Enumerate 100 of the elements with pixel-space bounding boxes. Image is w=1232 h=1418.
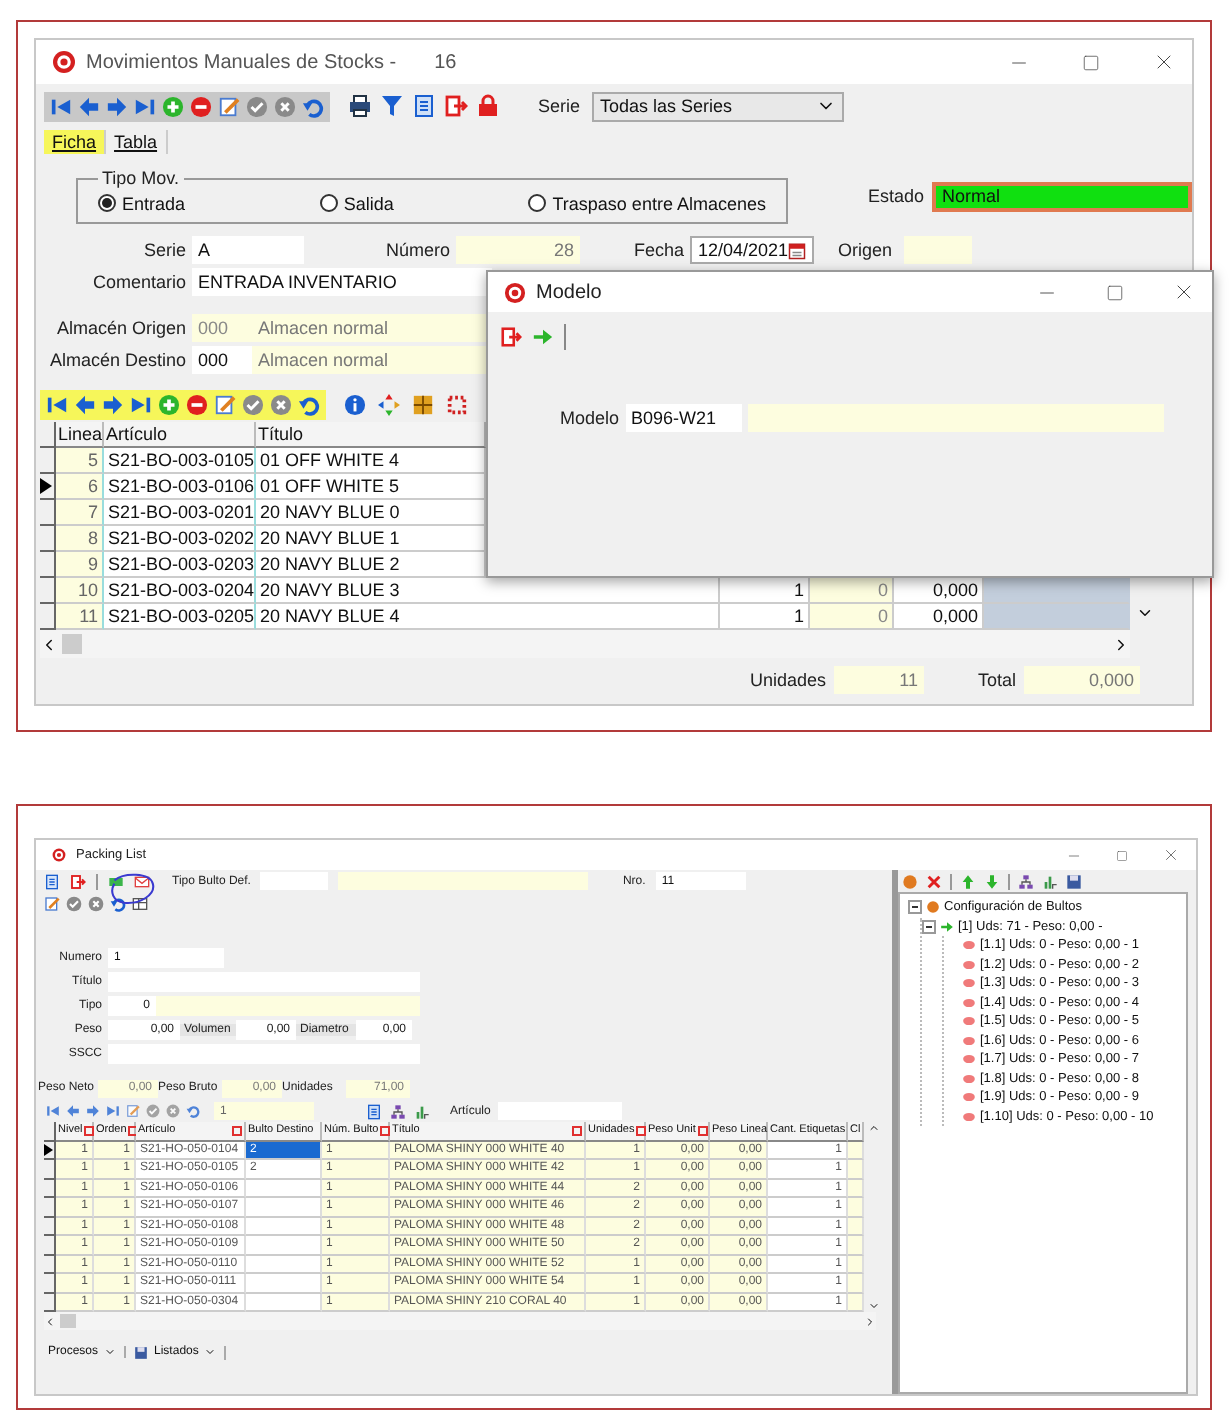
first-record-icon[interactable] bbox=[46, 1104, 60, 1118]
previous-icon[interactable] bbox=[66, 1104, 80, 1118]
list-icon[interactable] bbox=[412, 94, 436, 118]
printer-icon[interactable] bbox=[348, 94, 372, 118]
radio-option[interactable]: Salida bbox=[319, 188, 394, 218]
articulo-field[interactable] bbox=[498, 1102, 623, 1120]
dotted-frame-icon[interactable] bbox=[446, 393, 468, 415]
edit-icon[interactable] bbox=[214, 393, 236, 415]
logo-icon[interactable] bbox=[52, 50, 76, 74]
arrow-up-icon[interactable] bbox=[960, 873, 976, 889]
grid-icon[interactable] bbox=[412, 393, 434, 415]
maximize-icon[interactable] bbox=[1106, 283, 1124, 301]
info-icon[interactable] bbox=[344, 393, 366, 415]
save-icon[interactable] bbox=[1066, 873, 1082, 889]
close-icon[interactable] bbox=[1162, 846, 1180, 864]
undo-icon[interactable] bbox=[298, 393, 320, 415]
box-icon[interactable] bbox=[108, 873, 124, 889]
scroll-up-icon[interactable] bbox=[868, 1122, 880, 1134]
serie-dropdown[interactable]: Todas las Series bbox=[592, 91, 845, 121]
lock-icon[interactable] bbox=[476, 94, 500, 118]
cancel-icon[interactable] bbox=[166, 1104, 180, 1118]
exit-icon[interactable] bbox=[70, 873, 86, 889]
total-field[interactable]: 0,000 bbox=[1024, 666, 1140, 694]
check-icon[interactable] bbox=[66, 895, 82, 911]
tab[interactable]: Tabla bbox=[106, 129, 168, 153]
remove-icon[interactable] bbox=[190, 95, 212, 117]
first-record-icon[interactable] bbox=[46, 393, 68, 415]
tipo-bulto-name-field[interactable] bbox=[338, 872, 589, 890]
total-field[interactable]: 11 bbox=[834, 666, 924, 694]
close-icon[interactable] bbox=[1152, 50, 1176, 74]
delete-icon[interactable] bbox=[926, 873, 942, 889]
undo-icon[interactable] bbox=[186, 1104, 200, 1118]
scroll-right-icon[interactable] bbox=[1112, 635, 1130, 653]
last-record-icon[interactable] bbox=[106, 1104, 120, 1118]
filter-marker-icon[interactable] bbox=[232, 1125, 242, 1136]
chart-icon[interactable] bbox=[1042, 873, 1058, 889]
estado-field[interactable]: Normal bbox=[932, 181, 1192, 211]
almacen-code-field[interactable]: 000 bbox=[192, 346, 252, 374]
last-record-icon[interactable] bbox=[134, 95, 156, 117]
filter-icon[interactable] bbox=[380, 94, 404, 118]
exit-icon[interactable] bbox=[500, 325, 522, 347]
edit-icon[interactable] bbox=[44, 895, 60, 911]
logo-icon[interactable] bbox=[52, 848, 66, 862]
last-record-icon[interactable] bbox=[130, 393, 152, 415]
previous-icon[interactable] bbox=[78, 95, 100, 117]
first-record-icon[interactable] bbox=[50, 95, 72, 117]
row-header[interactable] bbox=[40, 474, 56, 500]
check-icon[interactable] bbox=[246, 95, 268, 117]
envelope-icon[interactable] bbox=[134, 873, 150, 889]
remove-icon[interactable] bbox=[186, 393, 208, 415]
maximize-icon[interactable] bbox=[1116, 849, 1128, 861]
exit-icon[interactable] bbox=[444, 94, 468, 118]
scrollbar[interactable] bbox=[44, 1312, 876, 1330]
next-icon[interactable] bbox=[106, 95, 128, 117]
serie-field[interactable]: A bbox=[192, 236, 304, 264]
next-icon[interactable] bbox=[86, 1104, 100, 1118]
hierarchy-icon[interactable] bbox=[1018, 873, 1034, 889]
add-icon[interactable] bbox=[158, 393, 180, 415]
radio-option[interactable]: Traspaso entre Almacenes bbox=[528, 188, 766, 218]
arrow-right-icon[interactable] bbox=[532, 325, 554, 347]
edit-icon[interactable] bbox=[218, 95, 240, 117]
save-icon[interactable] bbox=[134, 1345, 149, 1359]
logo-icon[interactable] bbox=[504, 281, 526, 303]
expander-icon[interactable] bbox=[922, 919, 936, 934]
cancel-icon[interactable] bbox=[88, 895, 104, 911]
radio-option[interactable]: Entrada bbox=[98, 188, 186, 218]
almacen-name-field[interactable]: Almacen normal bbox=[252, 314, 492, 342]
fecha-field[interactable]: 12/04/2021 bbox=[690, 236, 814, 264]
add-icon[interactable] bbox=[162, 95, 184, 117]
filter-marker-icon[interactable] bbox=[572, 1125, 582, 1136]
edit-icon[interactable] bbox=[126, 1104, 140, 1118]
calendar-icon[interactable] bbox=[788, 241, 807, 259]
column-header[interactable]: Título bbox=[256, 422, 486, 448]
check-icon[interactable] bbox=[242, 393, 264, 415]
scrollbar[interactable] bbox=[40, 630, 1130, 658]
next-icon[interactable] bbox=[102, 393, 124, 415]
arrows-icon[interactable] bbox=[378, 393, 400, 415]
expander-icon[interactable] bbox=[908, 900, 922, 915]
previous-icon[interactable] bbox=[74, 393, 96, 415]
close-icon[interactable] bbox=[1172, 280, 1196, 304]
scroll-down-icon[interactable] bbox=[1136, 604, 1154, 622]
scrollbar-thumb[interactable] bbox=[60, 1314, 76, 1328]
check-icon[interactable] bbox=[146, 1104, 160, 1118]
cancel-icon[interactable] bbox=[274, 95, 296, 117]
undo-icon[interactable] bbox=[110, 895, 126, 911]
origen-field[interactable] bbox=[904, 236, 972, 264]
undo-icon[interactable] bbox=[302, 95, 324, 117]
hierarchy-icon[interactable] bbox=[390, 1103, 406, 1119]
document-icon[interactable] bbox=[44, 873, 60, 889]
maximize-icon[interactable] bbox=[1082, 53, 1100, 71]
tipo-name-field[interactable] bbox=[156, 996, 420, 1016]
filter-marker-icon[interactable] bbox=[697, 1125, 708, 1136]
tab[interactable]: Ficha bbox=[44, 129, 107, 153]
scroll-left-icon[interactable] bbox=[40, 635, 58, 653]
column-header[interactable]: Artículo bbox=[104, 422, 256, 448]
scrollbar-thumb[interactable] bbox=[62, 634, 82, 654]
cancel-icon[interactable] bbox=[270, 393, 292, 415]
column-header[interactable]: Linea bbox=[56, 422, 104, 448]
numero-field[interactable]: 28 bbox=[456, 236, 580, 264]
almacen-name-field[interactable]: Almacen normal bbox=[252, 346, 492, 374]
